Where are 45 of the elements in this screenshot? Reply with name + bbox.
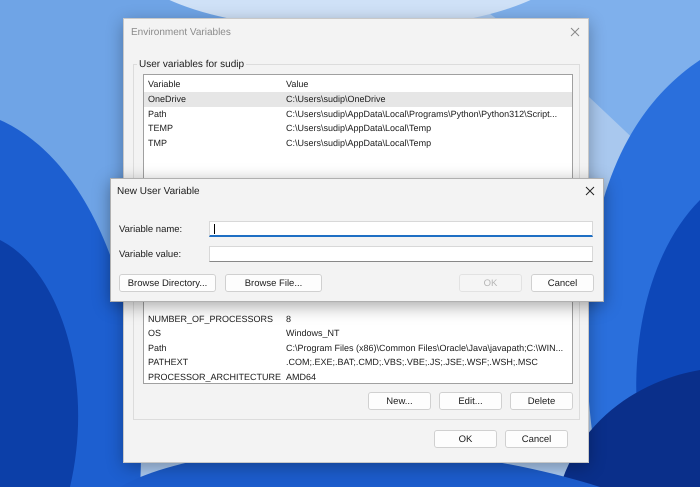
variable-value: AMD64 [286, 372, 316, 382]
variable-name: NUMBER_OF_PROCESSORS [148, 314, 274, 324]
window-title: Environment Variables [131, 26, 231, 38]
variable-name: TEMP [148, 123, 174, 134]
dialog-button[interactable]: Cancel [531, 274, 594, 292]
variable-name: TMP [148, 138, 168, 148]
variable-value: Windows_NT [286, 328, 340, 338]
variable-name: OneDrive [148, 94, 188, 104]
variable-value: .COM;.EXE;.BAT;.CMD;.VBS;.VBE;.JS;.JSE;.WSF;.WSH;.MSC [286, 357, 538, 368]
variable-value: C:\Users\sudip\AppData\Local\Programs\Python\Python312\Script... [286, 108, 558, 119]
variable-name: Path [148, 108, 168, 119]
list-row[interactable]: TMP C:\Users\sudip\AppData\Local\Temp [144, 136, 572, 150]
variable-value: 8 [286, 314, 292, 324]
list-button[interactable]: New... [368, 392, 431, 410]
close-icon[interactable] [585, 186, 595, 196]
dialog-button[interactable]: Browse File... [225, 274, 322, 292]
variable-value: C:\Users\sudip\AppData\Local\Temp [286, 138, 432, 148]
variable-name: Path [148, 342, 168, 353]
variable-value: C:\Program Files (x86)\Common Files\Oracle\Java\javapath;C:\WIN... [286, 342, 564, 353]
list-button[interactable]: Edit... [439, 392, 502, 410]
list-row[interactable]: OS Windows_NT [144, 326, 572, 340]
list-row[interactable]: TEMP C:\Users\sudip\AppData\Local\Temp [144, 121, 572, 136]
input-field[interactable] [209, 221, 593, 237]
column-header[interactable]: Value [286, 78, 308, 88]
list-row[interactable]: Path C:\Users\sudip\AppData\Local\Programs\Python\Python312\Script... [144, 106, 572, 121]
list-row[interactable]: Path C:\Program Files (x86)\Common Files\Oracle\Java\javapath;C:\WIN... [144, 340, 572, 355]
dialog-button[interactable]: OK [434, 430, 497, 448]
group-title: User variables for sudip [138, 59, 246, 70]
dialog-button[interactable]: Cancel [505, 430, 568, 448]
list-row[interactable]: NUMBER_OF_PROCESSORS 8 [144, 312, 572, 326]
field-label: Variable name: [119, 224, 184, 234]
variable-value: C:\Users\sudip\AppData\Local\Temp [286, 123, 432, 134]
variable-value: C:\Users\sudip\OneDrive [286, 94, 386, 104]
list-row[interactable]: PROCESSOR_ARCHITECTURE AMD64 [144, 370, 572, 384]
input-field[interactable] [209, 246, 593, 262]
variable-name: OS [148, 328, 162, 338]
variable-name: PROCESSOR_ARCHITECTURE [148, 372, 282, 382]
list-button[interactable]: Delete [510, 392, 573, 410]
dialog-title: New User Variable [117, 186, 200, 196]
list-row[interactable]: OneDrive C:\Users\sudip\OneDrive [144, 92, 572, 106]
list-row[interactable]: PATHEXT .COM;.EXE;.BAT;.CMD;.VBS;.VBE;.JS;.JSE;.WSF;.WSH;.MSC [144, 355, 572, 370]
variable-name: PATHEXT [148, 357, 190, 368]
column-header[interactable]: Variable [148, 78, 286, 88]
dialog-button[interactable]: Browse Directory... [119, 274, 216, 292]
field-label: Variable value: [119, 248, 182, 260]
